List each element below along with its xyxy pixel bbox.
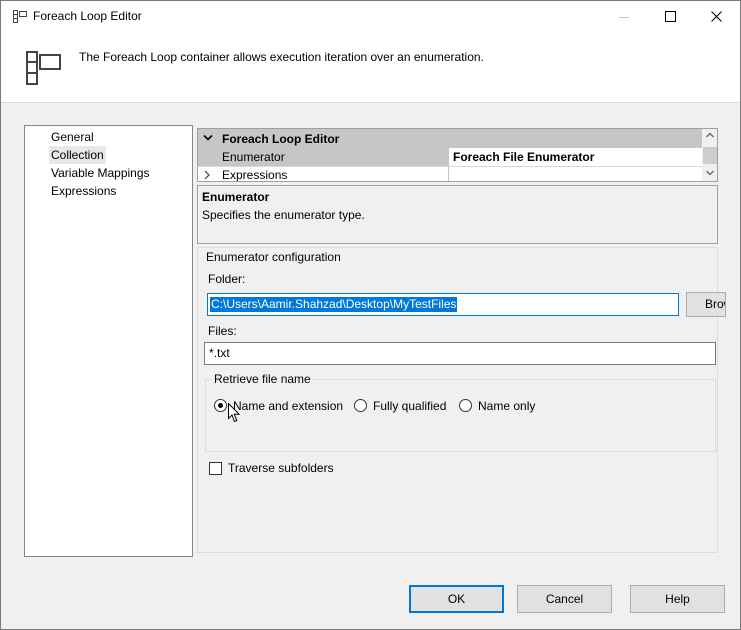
chevron-right-icon[interactable] <box>204 170 210 180</box>
mouse-cursor-icon <box>228 403 240 423</box>
files-label: Files: <box>208 324 237 338</box>
property-value-enumerator-cell[interactable]: Foreach File Enumerator <box>448 148 702 166</box>
property-name-enumerator: Enumerator <box>222 150 285 164</box>
traverse-subfolders-checkbox[interactable] <box>209 462 222 475</box>
property-row-expressions[interactable]: Expressions <box>198 166 702 182</box>
radio-name-only[interactable] <box>459 399 472 412</box>
radio-label-name-only[interactable]: Name only <box>478 399 535 413</box>
radio-name-and-extension[interactable] <box>214 399 227 412</box>
ok-button[interactable]: OK <box>409 585 504 613</box>
folder-input-value: C:\Users\Aamir.Shahzad\Desktop\MyTestFil… <box>210 297 458 312</box>
property-row-enumerator[interactable]: Enumerator Foreach File Enumerator <box>198 148 702 166</box>
header-band <box>1 32 740 102</box>
title-bar[interactable]: Foreach Loop Editor <box>1 1 740 32</box>
help-button[interactable]: Help <box>630 585 725 613</box>
property-value-expressions-cell[interactable] <box>448 166 702 181</box>
radio-label-name-and-extension[interactable]: Name and extension <box>233 399 343 413</box>
header-description: The Foreach Loop container allows execut… <box>79 50 484 64</box>
close-button[interactable] <box>693 1 739 32</box>
minimize-icon <box>619 16 629 18</box>
chevron-down-icon[interactable] <box>203 134 213 142</box>
maximize-button[interactable] <box>647 1 693 32</box>
foreach-container-icon <box>13 10 27 23</box>
nav-item-expressions[interactable]: Expressions <box>49 182 118 200</box>
scroll-up-icon[interactable] <box>706 132 714 138</box>
property-category-label: Foreach Loop Editor <box>222 132 340 146</box>
traverse-subfolders-label[interactable]: Traverse subfolders <box>228 461 334 475</box>
property-category-row[interactable]: Foreach Loop Editor <box>198 129 702 148</box>
folder-label: Folder: <box>208 272 246 286</box>
header-divider <box>1 102 740 103</box>
folder-input[interactable]: C:\Users\Aamir.Shahzad\Desktop\MyTestFil… <box>207 293 679 316</box>
property-grid: Foreach Loop Editor Enumerator Foreach F… <box>197 128 718 182</box>
property-description-text: Specifies the enumerator type. <box>202 208 365 222</box>
browse-button[interactable]: Browse... <box>686 292 726 317</box>
scroll-thumb[interactable] <box>703 147 717 164</box>
cancel-button[interactable]: Cancel <box>517 585 612 613</box>
minimize-button[interactable] <box>601 1 647 32</box>
property-description-panel: Enumerator Specifies the enumerator type… <box>197 185 718 244</box>
maximize-icon <box>664 11 676 22</box>
nav-item-general[interactable]: General <box>49 128 96 146</box>
property-name-expressions: Expressions <box>222 168 288 182</box>
page-navigation-list: General Collection Variable Mappings Exp… <box>24 125 193 557</box>
foreach-loop-large-icon <box>26 51 61 85</box>
retrieve-file-name-group <box>205 379 716 452</box>
close-icon <box>710 11 722 22</box>
radio-fully-qualified[interactable] <box>354 399 367 412</box>
property-grid-scrollbar[interactable] <box>702 129 717 181</box>
nav-item-collection[interactable]: Collection <box>49 146 106 164</box>
property-value-enumerator: Foreach File Enumerator <box>453 150 595 164</box>
files-input-value: *.txt <box>209 346 230 360</box>
scroll-down-icon[interactable] <box>706 170 714 176</box>
foreach-loop-editor-window: Foreach Loop Editor The Foreach Loop con… <box>0 0 741 630</box>
enumerator-configuration-title: Enumerator configuration <box>206 250 343 264</box>
retrieve-file-name-title: Retrieve file name <box>212 372 313 386</box>
nav-item-variable-mappings[interactable]: Variable Mappings <box>49 164 152 182</box>
radio-label-fully-qualified[interactable]: Fully qualified <box>373 399 446 413</box>
property-description-title: Enumerator <box>202 190 270 204</box>
files-input[interactable]: *.txt <box>204 342 716 365</box>
window-title: Foreach Loop Editor <box>33 9 142 23</box>
